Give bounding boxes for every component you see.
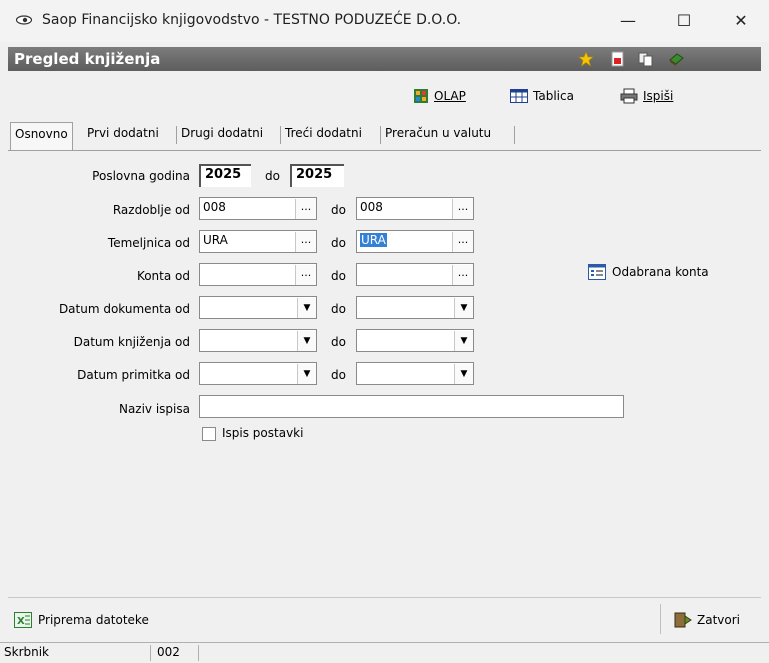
datum-primitka-do-label: do xyxy=(331,368,346,382)
razdoblje-from-field[interactable]: 008 ... xyxy=(199,197,317,220)
priprema-datoteke-label: Priprema datoteke xyxy=(38,613,149,627)
datum-primitka-label: Datum primitka od xyxy=(77,368,190,382)
star-icon[interactable] xyxy=(578,51,594,67)
odabrana-konta-label: Odabrana konta xyxy=(612,265,709,279)
ispis-postavki-checkbox[interactable] xyxy=(202,427,216,441)
olap-button[interactable]: OLAP xyxy=(413,87,466,105)
poslovna-godina-do-label: do xyxy=(265,169,280,183)
toolbar: OLAP Tablica Ispiši xyxy=(8,73,761,117)
konta-label: Konta od xyxy=(136,269,190,283)
razdoblje-label: Razdoblje od xyxy=(112,203,190,217)
temeljnica-to-ellipsis-button[interactable]: ... xyxy=(452,232,473,252)
konta-do-label: do xyxy=(331,269,346,283)
datum-knjizenja-from-dropdown[interactable]: ▼ xyxy=(297,331,316,351)
temeljnica-to-field[interactable]: URA ... xyxy=(356,230,474,253)
copy-documents-icon[interactable] xyxy=(638,51,654,67)
poslovna-godina-from-field[interactable]: 2025 xyxy=(199,164,251,187)
zatvori-label: Zatvori xyxy=(697,613,740,627)
printer-icon xyxy=(620,88,638,104)
temeljnica-from-field[interactable]: URA ... xyxy=(199,230,317,253)
odabrana-konta-button[interactable]: Odabrana konta xyxy=(588,264,709,280)
datum-dokumenta-to-field[interactable]: ▼ xyxy=(356,296,474,319)
poslovna-godina-to-field[interactable]: 2025 xyxy=(290,164,344,187)
tab-drugi-dodatni[interactable]: Drugi dodatni xyxy=(176,126,267,144)
bottom-button-bar: X Priprema datoteke Zatvori xyxy=(8,597,761,643)
datum-primitka-from-dropdown[interactable]: ▼ xyxy=(297,364,316,384)
book-help-icon[interactable] xyxy=(668,51,684,67)
close-button[interactable]: ✕ xyxy=(718,6,764,36)
razdoblje-to-ellipsis-button[interactable]: ... xyxy=(452,199,473,219)
datum-primitka-to-field[interactable]: ▼ xyxy=(356,362,474,385)
konta-from-field[interactable]: ... xyxy=(199,263,317,286)
bottom-separator xyxy=(660,604,661,634)
datum-dokumenta-do-label: do xyxy=(331,302,346,316)
minimize-button[interactable]: — xyxy=(605,6,651,36)
konta-to-ellipsis-button[interactable]: ... xyxy=(452,265,473,285)
razdoblje-from-value: 008 xyxy=(203,200,226,214)
poslovna-godina-label: Poslovna godina xyxy=(92,169,190,183)
status-code: 002 xyxy=(157,645,180,659)
svg-text:X: X xyxy=(17,616,25,627)
temeljnica-do-label: do xyxy=(331,236,346,250)
ispisi-button[interactable]: Ispiši xyxy=(620,87,673,105)
olap-cube-icon xyxy=(414,89,428,103)
excel-export-icon: X xyxy=(14,612,32,628)
datum-primitka-to-dropdown[interactable]: ▼ xyxy=(454,364,473,384)
datum-dokumenta-label: Datum dokumenta od xyxy=(58,302,190,316)
tab-preracun-u-valutu[interactable]: Preračun u valutu xyxy=(380,126,495,144)
tab-strip: Osnovno Prvi dodatni Drugi dodatni Treći… xyxy=(8,120,761,151)
konta-to-field[interactable]: ... xyxy=(356,263,474,286)
tab-prvi-dodatni[interactable]: Prvi dodatni xyxy=(83,126,163,144)
pdf-document-icon[interactable] xyxy=(610,51,626,67)
datum-dokumenta-to-dropdown[interactable]: ▼ xyxy=(454,298,473,318)
datum-knjizenja-do-label: do xyxy=(331,335,346,349)
tab-treci-dodatni[interactable]: Treći dodatni xyxy=(280,126,366,144)
razdoblje-to-value: 008 xyxy=(360,200,383,214)
datum-knjizenja-label: Datum knjiženja od xyxy=(73,335,190,349)
temeljnica-label: Temeljnica od xyxy=(107,236,190,250)
datum-knjizenja-to-dropdown[interactable]: ▼ xyxy=(454,331,473,351)
datum-knjizenja-from-field[interactable]: ▼ xyxy=(199,329,317,352)
status-separator xyxy=(198,645,199,661)
zatvori-button[interactable]: Zatvori xyxy=(674,612,740,628)
priprema-datoteke-button[interactable]: X Priprema datoteke xyxy=(14,612,149,628)
datum-dokumenta-from-field[interactable]: ▼ xyxy=(199,296,317,319)
maximize-button[interactable]: ☐ xyxy=(661,6,707,36)
temeljnica-from-value: URA xyxy=(203,233,228,247)
table-grid-icon xyxy=(510,89,528,103)
tablica-label: Tablica xyxy=(533,89,574,103)
konta-from-ellipsis-button[interactable]: ... xyxy=(295,265,316,285)
status-user: Skrbnik xyxy=(4,645,50,659)
window-titlebar: Saop Financijsko knjigovodstvo - TESTNO … xyxy=(0,0,769,42)
datum-knjizenja-to-field[interactable]: ▼ xyxy=(356,329,474,352)
naziv-ispisa-field[interactable] xyxy=(199,395,624,418)
door-exit-icon xyxy=(674,612,692,628)
temeljnica-from-ellipsis-button[interactable]: ... xyxy=(295,232,316,252)
window-title: Saop Financijsko knjigovodstvo - TESTNO … xyxy=(42,12,462,28)
status-separator xyxy=(150,645,151,661)
form-header: Pregled knjiženja xyxy=(8,47,761,71)
status-bar: Skrbnik 002 xyxy=(0,642,769,663)
datum-primitka-from-field[interactable]: ▼ xyxy=(199,362,317,385)
razdoblje-from-ellipsis-button[interactable]: ... xyxy=(295,199,316,219)
datum-dokumenta-from-dropdown[interactable]: ▼ xyxy=(297,298,316,318)
form-title: Pregled knjiženja xyxy=(14,50,161,68)
tab-osnovno[interactable]: Osnovno xyxy=(10,122,73,150)
razdoblje-to-field[interactable]: 008 ... xyxy=(356,197,474,220)
temeljnica-to-value: URA xyxy=(360,233,387,247)
razdoblje-do-label: do xyxy=(331,203,346,217)
tablica-button[interactable]: Tablica xyxy=(510,87,574,105)
ispis-postavki-label: Ispis postavki xyxy=(222,426,304,440)
naziv-ispisa-label: Naziv ispisa xyxy=(118,402,190,416)
ispisi-label: Ispiši xyxy=(643,89,674,103)
checklist-icon xyxy=(588,264,606,280)
tab-separator xyxy=(514,126,515,144)
olap-label: OLAP xyxy=(434,89,466,103)
app-eye-icon xyxy=(16,15,32,25)
